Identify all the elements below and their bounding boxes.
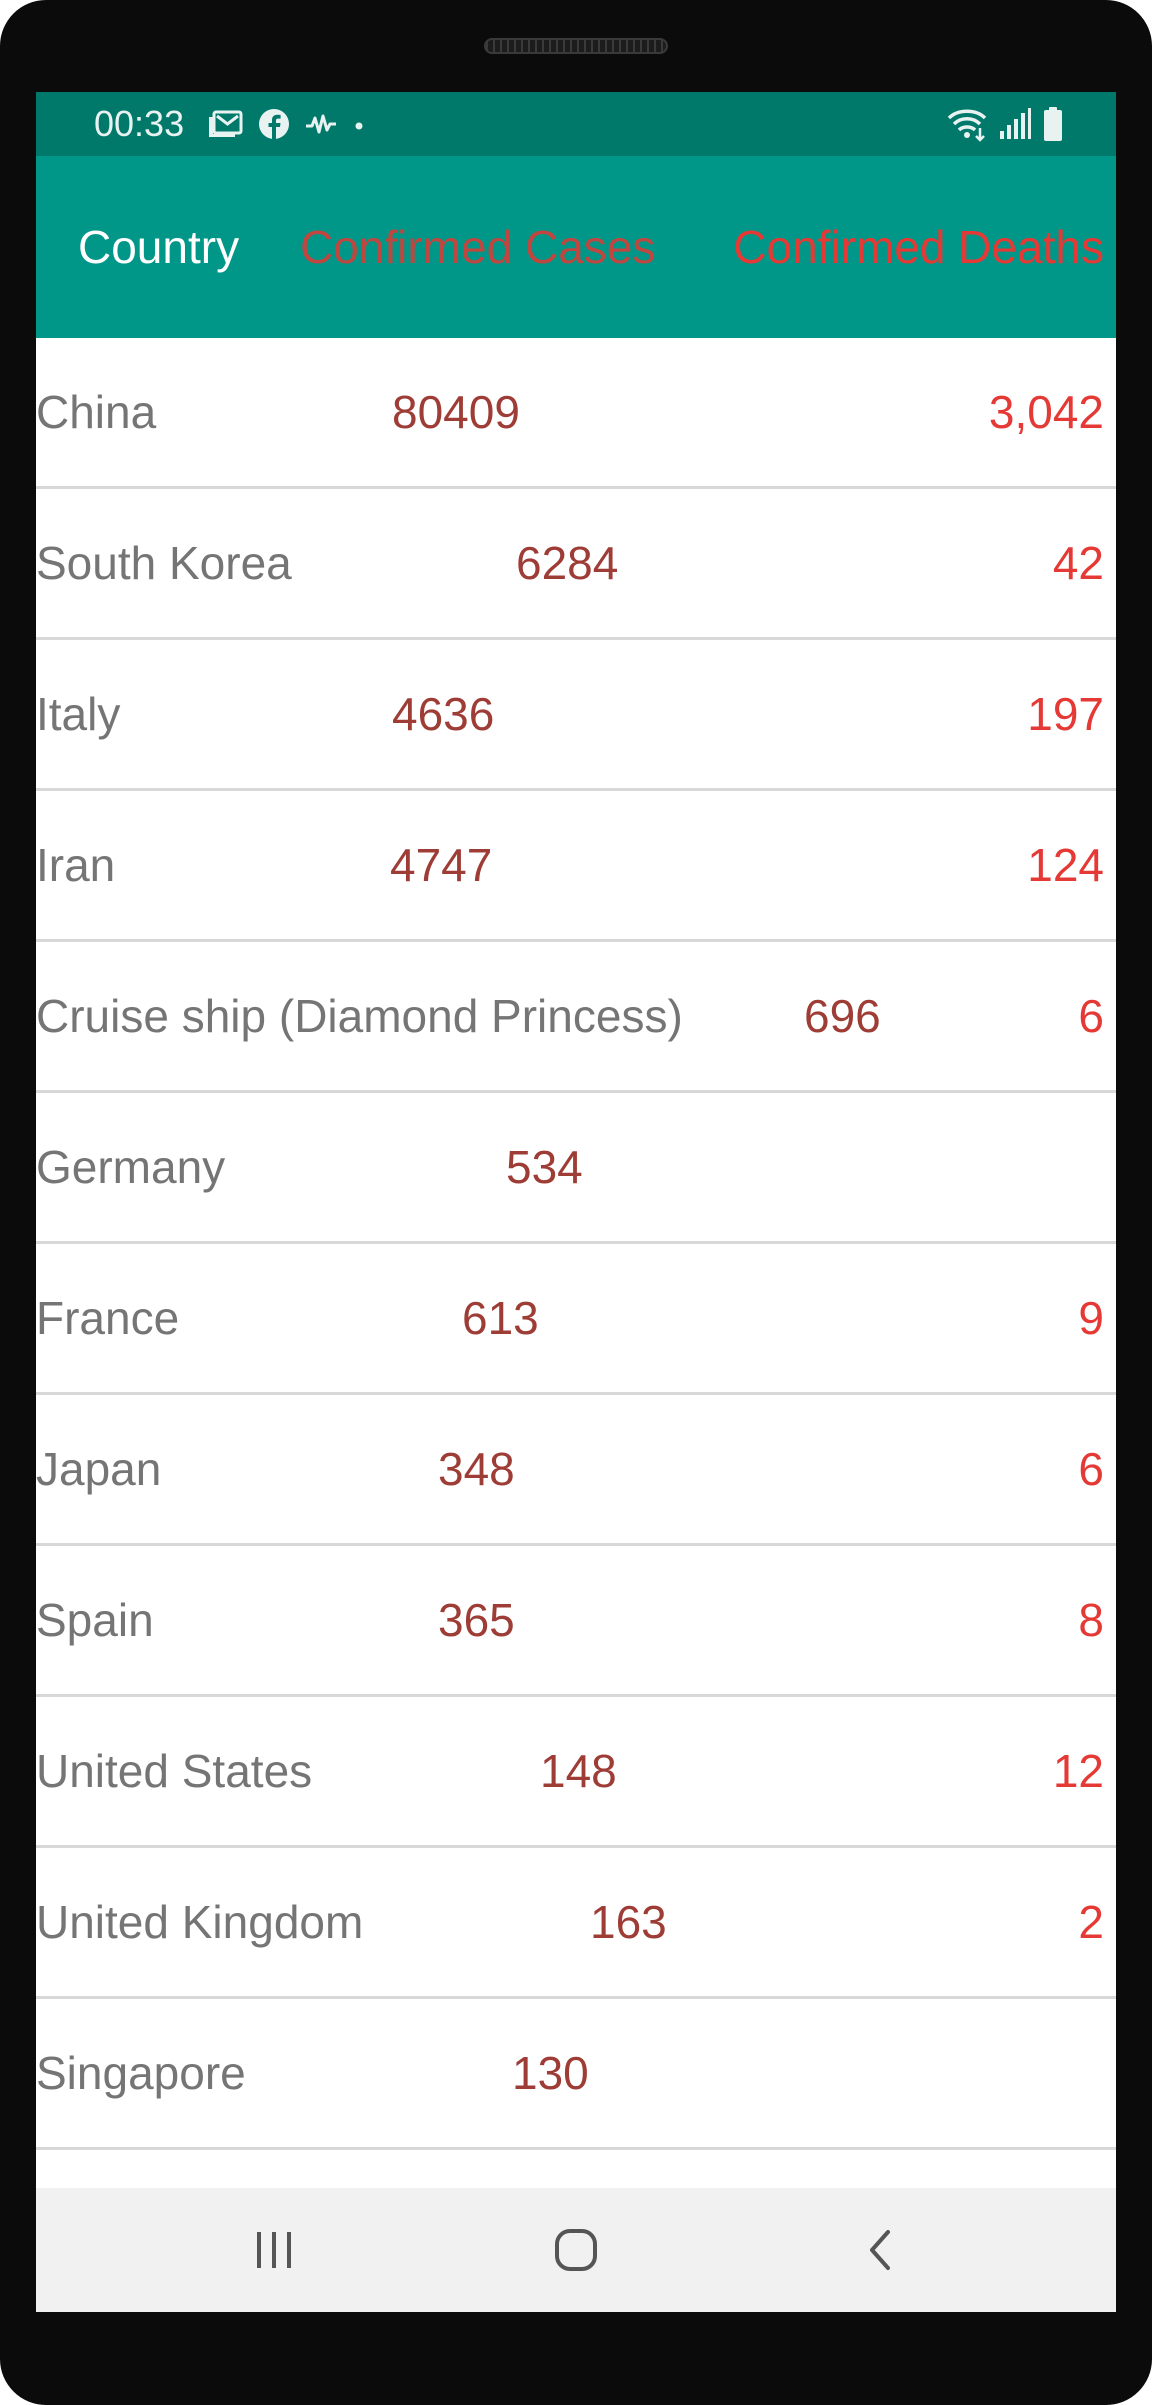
- confirmed-cases: 696: [804, 990, 881, 1042]
- confirmed-cases: 4747: [390, 839, 493, 891]
- confirmed-deaths: 3,042: [988, 386, 1104, 438]
- earpiece-speaker: [484, 38, 668, 54]
- signal-icon: [998, 107, 1032, 141]
- country-name: Japan: [36, 1443, 162, 1495]
- back-icon[interactable]: [848, 2218, 912, 2282]
- country-name: China: [36, 386, 157, 438]
- gmail-icon: [208, 109, 244, 139]
- list-item[interactable]: Iran 4747 124: [36, 791, 1116, 942]
- list-item[interactable]: Italy 4636 197: [36, 640, 1116, 791]
- list-item[interactable]: United Kingdom 163 2: [36, 1848, 1116, 1999]
- status-time: 00:33: [94, 103, 185, 144]
- header-confirmed-deaths[interactable]: Confirmed Deaths: [733, 156, 1104, 338]
- navigation-bar: [36, 2188, 1116, 2312]
- confirmed-deaths: 197: [1027, 688, 1104, 740]
- country-name: Italy: [36, 688, 121, 740]
- country-name: South Korea: [36, 537, 292, 589]
- confirmed-cases: 613: [462, 1292, 539, 1344]
- table-header: Country Confirmed Cases Confirmed Deaths: [36, 156, 1116, 338]
- confirmed-cases: 6284: [516, 537, 619, 589]
- recent-apps-icon[interactable]: [242, 2218, 306, 2282]
- status-bar: 00:33: [36, 92, 1116, 156]
- confirmed-cases: 348: [438, 1443, 515, 1495]
- header-country[interactable]: Country: [78, 156, 239, 338]
- country-name: Germany: [36, 1141, 226, 1193]
- confirmed-deaths: 6: [1078, 990, 1104, 1042]
- list-item[interactable]: Singapore 130: [36, 1999, 1116, 2150]
- facebook-icon: [258, 108, 290, 140]
- system-status-icons: [946, 104, 1064, 144]
- confirmed-deaths: 124: [1027, 839, 1104, 891]
- battery-icon: [1042, 106, 1064, 142]
- list-item[interactable]: South Korea 6284 42: [36, 489, 1116, 640]
- home-icon[interactable]: [544, 2218, 608, 2282]
- list-item[interactable]: Germany 534: [36, 1093, 1116, 1244]
- country-name: Spain: [36, 1594, 154, 1646]
- phone-frame: 00:33 Country Confirmed Cases Confirmed …: [0, 0, 1152, 2405]
- confirmed-deaths: 12: [1052, 1745, 1104, 1797]
- wifi-icon: [946, 106, 988, 142]
- country-list[interactable]: China 80409 3,042 South Korea 6284 42 It…: [36, 338, 1116, 2188]
- activity-icon: [304, 110, 338, 138]
- confirmed-cases: 130: [512, 2047, 589, 2099]
- confirmed-deaths: 6: [1078, 1443, 1104, 1495]
- confirmed-deaths: 2: [1078, 1896, 1104, 1948]
- list-item[interactable]: United States 148 12: [36, 1697, 1116, 1848]
- list-item[interactable]: China 80409 3,042: [36, 338, 1116, 489]
- header-confirmed-cases[interactable]: Confirmed Cases: [300, 156, 655, 338]
- country-name: France: [36, 1292, 180, 1344]
- list-item[interactable]: France 613 9: [36, 1244, 1116, 1395]
- list-item[interactable]: Cruise ship (Diamond Princess) 696 6: [36, 942, 1116, 1093]
- country-name: Cruise ship (Diamond Princess): [36, 990, 683, 1042]
- list-item[interactable]: Japan 348 6: [36, 1395, 1116, 1546]
- confirmed-cases: 534: [506, 1141, 583, 1193]
- app-screen: 00:33 Country Confirmed Cases Confirmed …: [36, 92, 1116, 2312]
- confirmed-cases: 163: [590, 1896, 667, 1948]
- country-name: Singapore: [36, 2047, 246, 2099]
- country-name: United States: [36, 1745, 313, 1797]
- confirmed-cases: 80409: [392, 386, 520, 438]
- confirmed-cases: 148: [540, 1745, 617, 1797]
- country-name: Iran: [36, 839, 116, 891]
- confirmed-deaths: 9: [1078, 1292, 1104, 1344]
- list-item[interactable]: Spain 365 8: [36, 1546, 1116, 1697]
- notification-icons: [208, 106, 366, 142]
- confirmed-deaths: 8: [1078, 1594, 1104, 1646]
- dot-icon: [352, 110, 366, 138]
- confirmed-cases: 4636: [392, 688, 495, 740]
- confirmed-cases: 365: [438, 1594, 515, 1646]
- confirmed-deaths: 42: [1052, 537, 1104, 589]
- country-name: United Kingdom: [36, 1896, 364, 1948]
